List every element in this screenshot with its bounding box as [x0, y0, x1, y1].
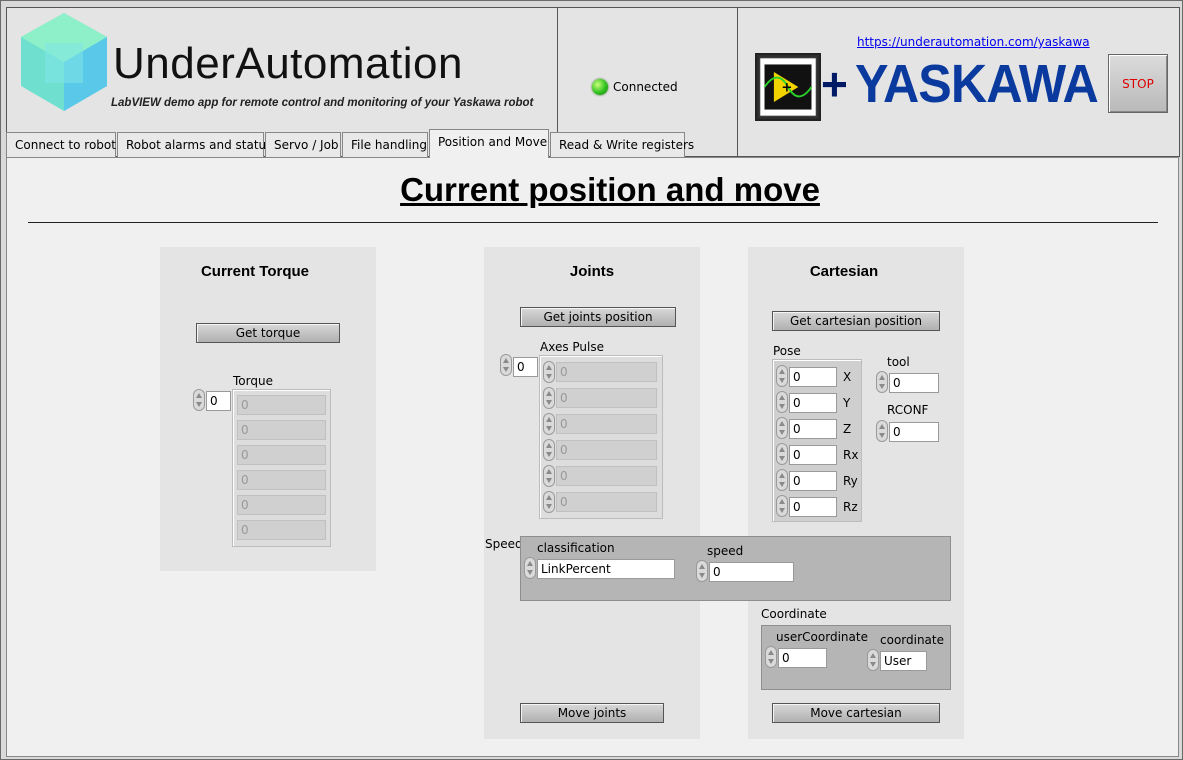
axes-pulse-label: Axes Pulse	[540, 340, 604, 354]
pose-x-label: X	[843, 370, 852, 384]
axis-4-stepper	[543, 439, 555, 461]
plus-sign: +	[821, 58, 848, 110]
speed-stepper[interactable]	[696, 560, 708, 582]
torque-value-5: 0	[237, 495, 326, 515]
rconf-stepper[interactable]	[876, 420, 888, 442]
pose-x-field[interactable]: 0	[789, 367, 837, 387]
stop-button[interactable]: STOP	[1108, 54, 1168, 113]
pose-rx-stepper[interactable]	[776, 443, 788, 465]
pose-z-stepper[interactable]	[776, 417, 788, 439]
axis-pulse-2: 0	[556, 388, 657, 408]
title-divider	[28, 222, 1158, 223]
pose-x-stepper[interactable]	[776, 365, 788, 387]
pose-rz-field[interactable]: 0	[789, 497, 837, 517]
underautomation-logo-icon	[21, 13, 107, 111]
tab-robot-alarms-and-status[interactable]: Robot alarms and status	[117, 132, 272, 157]
speed-cluster-label: Speed	[485, 537, 523, 551]
coordinate-type-field[interactable]: User	[880, 651, 927, 671]
user-coordinate-stepper[interactable]	[765, 646, 777, 668]
torque-value-6: 0	[237, 520, 326, 540]
connection-led-icon	[592, 79, 608, 95]
get-cartesian-position-button[interactable]: Get cartesian position	[772, 311, 940, 331]
torque-value-4: 0	[237, 470, 326, 490]
axis-pulse-6: 0	[556, 492, 657, 512]
website-link[interactable]: https://underautomation.com/yaskawa	[857, 35, 1090, 49]
torque-value-2: 0	[237, 420, 326, 440]
classification-stepper[interactable]	[524, 557, 536, 579]
move-joints-button[interactable]: Move joints	[520, 703, 664, 723]
tab-servo-job[interactable]: Servo / Job	[265, 132, 341, 157]
tab-position-and-move[interactable]: Position and Move	[429, 129, 549, 158]
get-torque-button[interactable]: Get torque	[196, 323, 340, 343]
tab-read-write-registers[interactable]: Read & Write registers	[550, 132, 694, 157]
pose-y-field[interactable]: 0	[789, 393, 837, 413]
tool-field[interactable]: 0	[889, 373, 939, 393]
pose-ry-label: Ry	[843, 474, 858, 488]
pose-rz-stepper[interactable]	[776, 495, 788, 517]
coordinate-type-stepper[interactable]	[867, 649, 879, 671]
brand-subtitle: LabVIEW demo app for remote control and …	[111, 97, 534, 109]
yaskawa-logo: YASKAWA	[855, 54, 1099, 114]
pose-y-stepper[interactable]	[776, 391, 788, 413]
user-coordinate-field[interactable]: 0	[778, 648, 827, 668]
get-joints-position-button[interactable]: Get joints position	[520, 307, 676, 327]
torque-value-1: 0	[237, 395, 326, 415]
classification-label: classification	[537, 541, 615, 555]
pose-z-field[interactable]: 0	[789, 419, 837, 439]
axis-pulse-1: 0	[556, 362, 657, 382]
move-cartesian-button[interactable]: Move cartesian	[772, 703, 940, 723]
coordinate-cluster-label: Coordinate	[761, 607, 827, 621]
pose-rx-label: Rx	[843, 448, 859, 462]
connection-status: Connected	[613, 80, 678, 94]
torque-value-3: 0	[237, 445, 326, 465]
brand-name: UnderAutomation	[113, 39, 463, 88]
joints-index-stepper[interactable]	[500, 354, 512, 376]
axis-5-stepper	[543, 465, 555, 487]
torque-array-label: Torque	[233, 374, 273, 388]
tab-connect-to-robot[interactable]: Connect to robot	[6, 132, 116, 157]
labview-icon: +	[755, 53, 821, 121]
classification-field[interactable]: LinkPercent	[537, 559, 675, 579]
pose-z-label: Z	[843, 422, 852, 436]
axis-pulse-4: 0	[556, 440, 657, 460]
rconf-field[interactable]: 0	[889, 422, 939, 442]
pose-rx-field[interactable]: 0	[789, 445, 837, 465]
pose-label: Pose	[773, 344, 801, 358]
torque-title: Current Torque	[200, 263, 310, 280]
tab-file-handling[interactable]: File handling	[342, 132, 428, 157]
app-window: UnderAutomation LabVIEW demo app for rem…	[0, 0, 1183, 760]
torque-index-field[interactable]: 0	[206, 391, 231, 411]
joints-index-field[interactable]: 0	[513, 357, 538, 377]
axis-pulse-3: 0	[556, 414, 657, 434]
user-coordinate-label: userCoordinate	[776, 630, 868, 644]
speed-value-label: speed	[707, 544, 744, 558]
axis-3-stepper	[543, 413, 555, 435]
axis-1-stepper	[543, 361, 555, 383]
rconf-label: RCONF	[887, 403, 929, 417]
pose-ry-field[interactable]: 0	[789, 471, 837, 491]
cartesian-title: Cartesian	[809, 263, 879, 280]
tool-label: tool	[887, 355, 910, 369]
svg-text:+: +	[781, 81, 792, 96]
pose-y-label: Y	[843, 396, 851, 410]
joints-title: Joints	[569, 263, 615, 280]
pose-rz-label: Rz	[843, 500, 858, 514]
axis-2-stepper	[543, 387, 555, 409]
coordinate-type-label: coordinate	[880, 633, 945, 647]
tool-stepper[interactable]	[876, 371, 888, 393]
axis-pulse-5: 0	[556, 466, 657, 486]
speed-field[interactable]: 0	[709, 562, 794, 582]
axis-6-stepper	[543, 491, 555, 513]
page-title: Current position and move	[400, 171, 820, 208]
torque-index-stepper[interactable]	[193, 389, 205, 411]
pose-ry-stepper[interactable]	[776, 469, 788, 491]
